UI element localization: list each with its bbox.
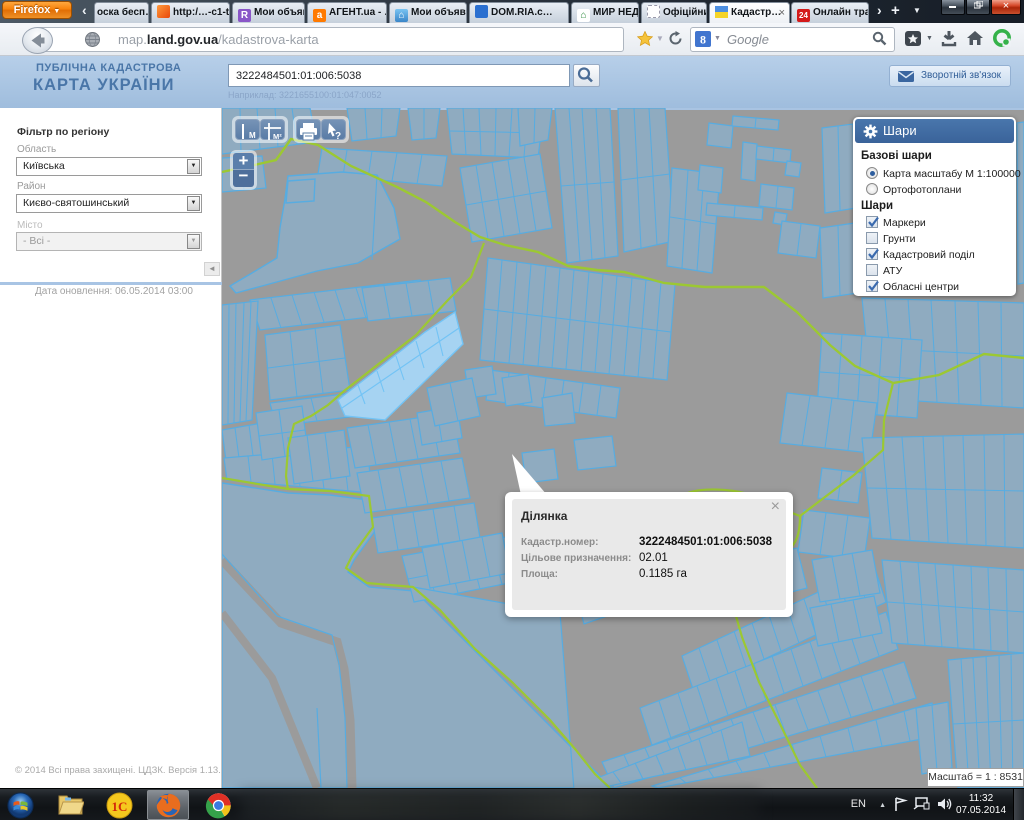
svg-text:М²: М² xyxy=(273,132,282,141)
svg-text:1С: 1С xyxy=(112,799,128,814)
svg-text:?: ? xyxy=(335,131,341,142)
svg-text:М: М xyxy=(249,131,256,140)
svg-text:8: 8 xyxy=(700,33,706,47)
